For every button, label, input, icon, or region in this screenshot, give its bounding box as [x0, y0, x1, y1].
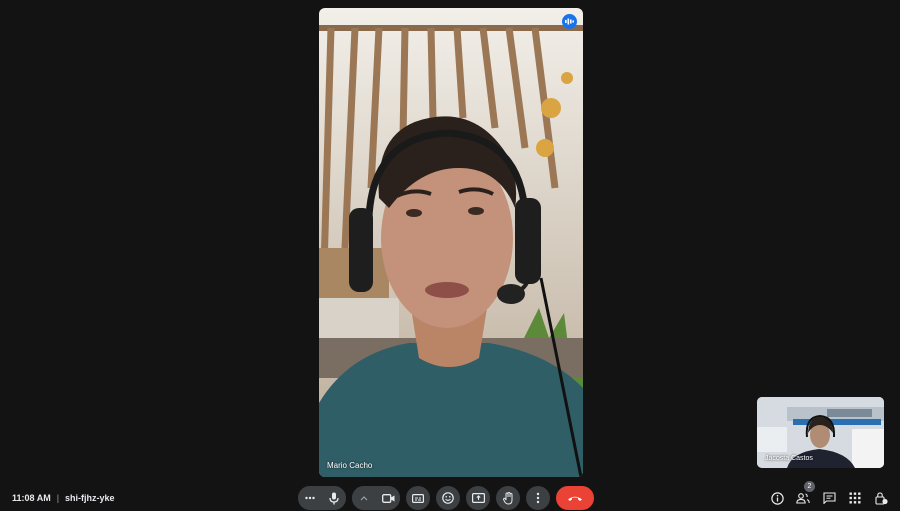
call-controls	[298, 486, 594, 510]
raise-hand-button[interactable]	[496, 486, 520, 510]
side-panel-controls	[768, 489, 890, 507]
host-controls-button[interactable]	[872, 489, 890, 507]
main-participant-tile[interactable]: Mario Cacho	[319, 8, 583, 477]
mic-icon	[329, 492, 339, 504]
captions-button[interactable]	[406, 486, 430, 510]
self-name: Jacosta Castos	[765, 455, 813, 462]
people-icon	[796, 492, 810, 504]
lock-person-icon	[874, 491, 888, 505]
self-view-tile[interactable]: Jacosta Castos	[757, 397, 884, 468]
hand-icon	[502, 491, 512, 505]
more-options-button[interactable]	[526, 486, 550, 510]
apps-grid-icon	[849, 492, 861, 504]
people-button[interactable]	[794, 489, 812, 507]
participant-video	[319, 8, 583, 477]
chat-button[interactable]	[820, 489, 838, 507]
video-options-button[interactable]	[352, 486, 376, 510]
participant-name: Mario Cacho	[327, 461, 373, 470]
videocam-icon	[381, 493, 394, 503]
more-audio-options-button[interactable]	[298, 486, 322, 510]
emoji-icon	[442, 492, 454, 504]
speaking-indicator-icon	[562, 14, 577, 29]
camera-group	[352, 486, 400, 510]
dots-vertical-icon	[536, 492, 540, 504]
present-button[interactable]	[466, 486, 490, 510]
mic-group	[298, 486, 346, 510]
leave-call-button[interactable]	[556, 486, 594, 510]
meeting-code: shi-fjhz-yke	[65, 493, 115, 503]
info-icon	[770, 491, 784, 505]
camera-button[interactable]	[376, 486, 400, 510]
meeting-separator: |	[56, 493, 60, 503]
chat-icon	[822, 492, 836, 504]
captions-icon	[412, 493, 424, 503]
meeting-details: 11:08 AM | shi-fjhz-yke	[12, 493, 115, 503]
meeting-time: 11:08 AM	[12, 493, 51, 503]
end-call-icon	[568, 496, 582, 501]
microphone-button[interactable]	[322, 486, 346, 510]
chevron-up-icon	[360, 495, 368, 500]
meeting-details-button[interactable]	[768, 489, 786, 507]
dots-horizontal-icon	[305, 496, 315, 500]
present-screen-icon	[471, 493, 485, 503]
reactions-button[interactable]	[436, 486, 460, 510]
activities-button[interactable]	[846, 489, 864, 507]
